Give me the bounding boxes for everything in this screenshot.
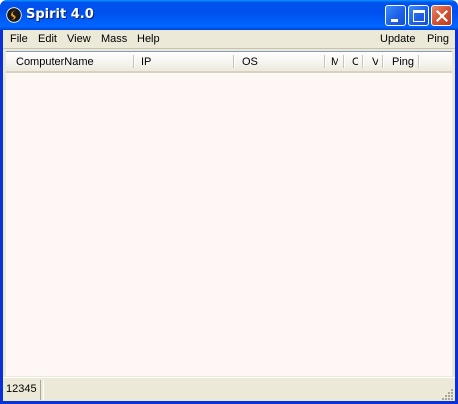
column-header-v[interactable]: V — [372, 52, 378, 71]
column-header-computername[interactable]: ComputerName — [16, 52, 131, 71]
window-title: Spirit 4.0 — [26, 7, 94, 22]
menu-help[interactable]: Help — [137, 33, 160, 45]
column-divider[interactable] — [362, 55, 363, 68]
minimize-icon — [391, 19, 398, 22]
menu-mass[interactable]: Mass — [101, 33, 127, 45]
column-divider[interactable] — [418, 55, 419, 68]
menu-view[interactable]: View — [67, 33, 91, 45]
column-divider[interactable] — [324, 55, 325, 68]
maximize-button[interactable] — [408, 5, 429, 26]
maximize-icon — [413, 10, 425, 22]
list-header: ComputerName IP OS M C V Ping — [6, 52, 452, 73]
close-icon — [435, 9, 449, 23]
computer-list[interactable]: ComputerName IP OS M C V Ping — [6, 51, 452, 376]
column-header-m[interactable]: M — [331, 52, 338, 71]
menu-file[interactable]: File — [10, 33, 28, 45]
column-divider[interactable] — [233, 55, 234, 68]
resize-grip-icon[interactable] — [442, 388, 454, 400]
column-divider[interactable] — [382, 55, 383, 68]
column-divider[interactable] — [133, 55, 134, 68]
spirit-app-icon[interactable] — [6, 7, 22, 23]
column-header-ip[interactable]: IP — [141, 52, 231, 71]
status-bar: 12345 — [3, 377, 455, 401]
menu-bar: File Edit View Mass Help Update Ping — [3, 30, 455, 49]
title-bar[interactable]: Spirit 4.0 — [0, 0, 458, 30]
status-panel-empty — [43, 380, 439, 400]
menu-edit[interactable]: Edit — [38, 33, 57, 45]
status-count: 12345 — [3, 380, 41, 400]
minimize-button[interactable] — [385, 5, 406, 26]
menu-ping[interactable]: Ping — [427, 33, 449, 45]
column-header-os[interactable]: OS — [242, 52, 322, 71]
menu-update[interactable]: Update — [380, 33, 415, 45]
column-header-c[interactable]: C — [352, 52, 358, 71]
app-window: Spirit 4.0 File Edit View Mass Help Upda… — [0, 0, 458, 404]
column-divider[interactable] — [343, 55, 344, 68]
close-button[interactable] — [431, 5, 452, 26]
